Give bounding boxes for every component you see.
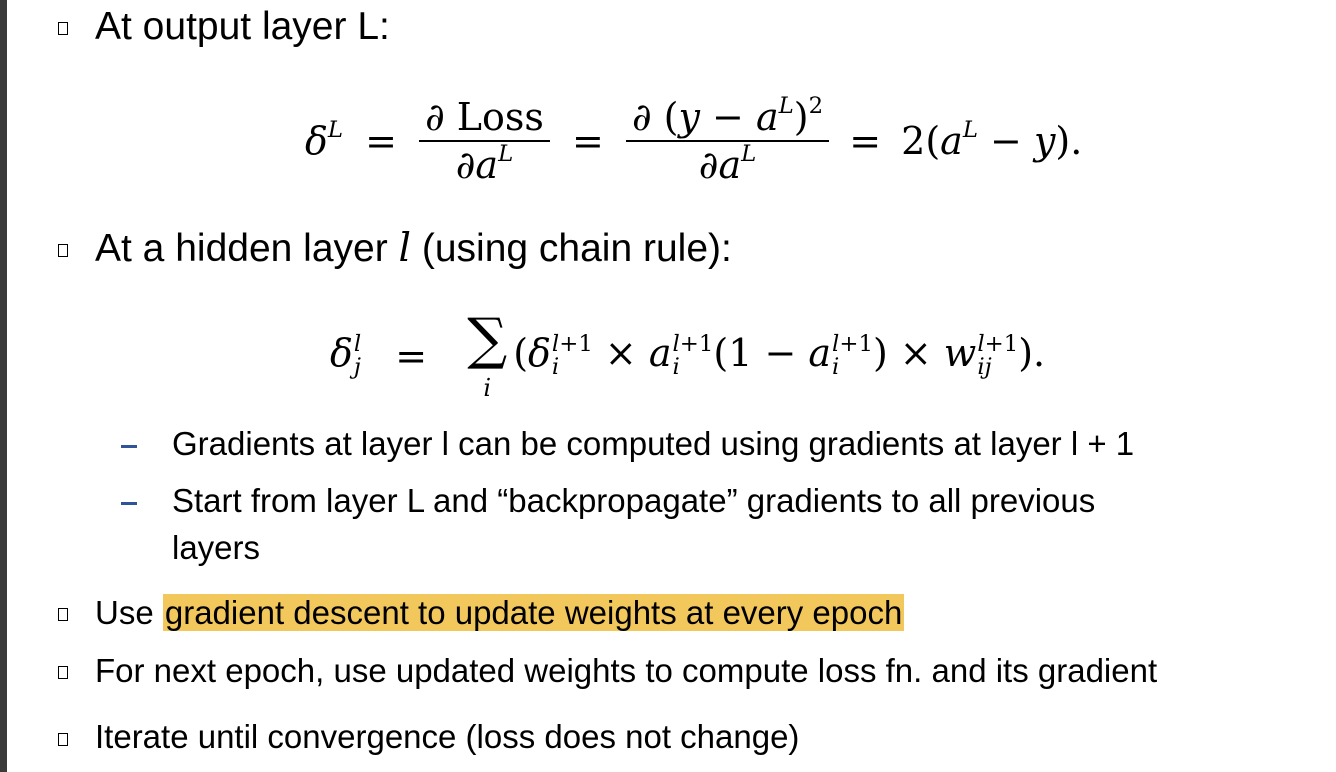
- bullet-square-icon: [58, 244, 68, 257]
- bullet-square-icon: [58, 608, 68, 621]
- sub-bullet-backpropagate: Start from layer L and “backpropagate” g…: [172, 482, 1096, 519]
- bullet-square-icon: [58, 22, 68, 35]
- sub-bullet-dash-icon: [121, 502, 137, 505]
- equation-hidden-delta: δlj = ∑ i (δ l+1 i × a l+1 i (1 − a l+1 i) × w l+1…: [330, 307, 1046, 402]
- bullet-gradient-descent: Use gradient descent to update weights a…: [95, 594, 905, 631]
- slide-left-border: [0, 0, 7, 772]
- sub-bullet-backpropagate-cont: layers: [172, 529, 261, 566]
- equation-output-delta: δL = ∂ Loss ∂aL = ∂ (y − aL)2 ∂aL = 2(aL…: [305, 92, 1083, 187]
- bullet-square-icon: [58, 666, 68, 679]
- bullet-hidden-layer: At a hidden layer l (using chain rule):: [95, 226, 732, 271]
- bullet-output-layer: At output layer L:: [95, 5, 390, 48]
- bullet-next-epoch: For next epoch, use updated weights to c…: [95, 652, 1158, 689]
- sub-bullet-dash-icon: [121, 445, 137, 448]
- highlighted-phrase: gradient descent to update weights at ev…: [162, 594, 905, 631]
- bullet-iterate: Iterate until convergence (loss does not…: [95, 718, 800, 755]
- sub-bullet-gradients: Gradients at layer l can be computed usi…: [172, 425, 1135, 462]
- bullet-square-icon: [58, 733, 68, 746]
